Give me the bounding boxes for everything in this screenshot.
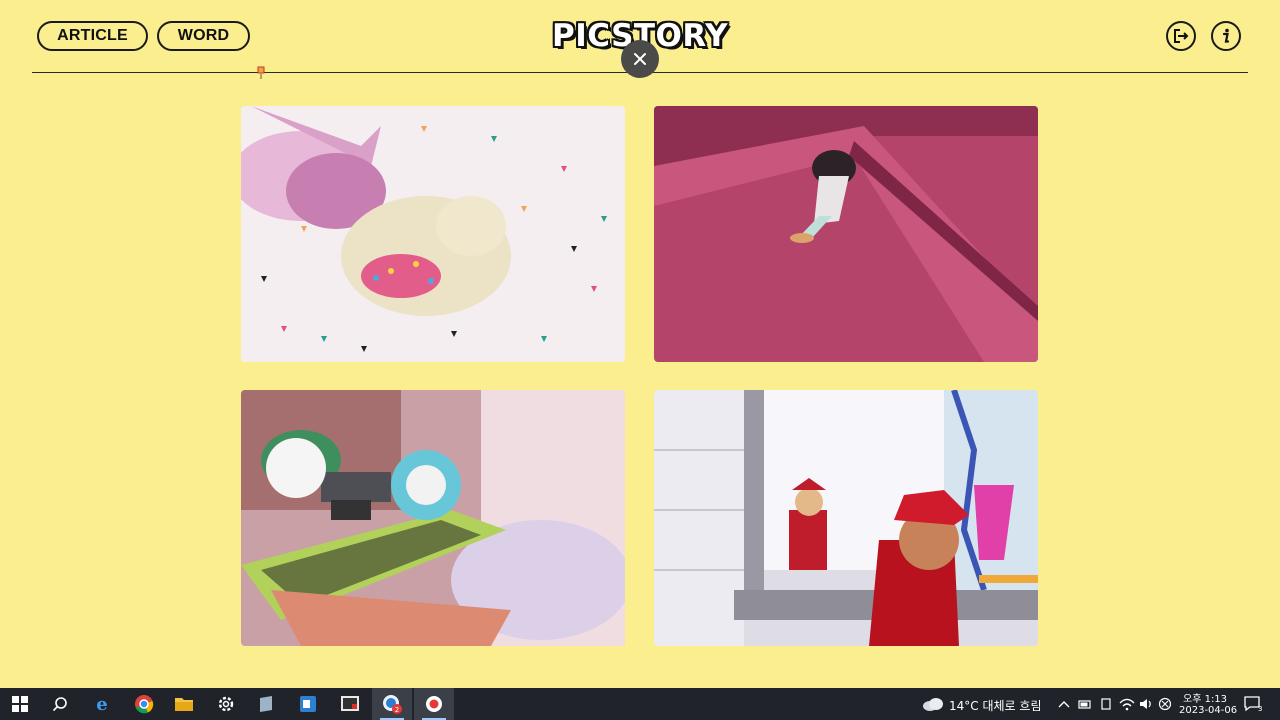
app-taskbar-button-1[interactable] (246, 688, 286, 720)
search-button[interactable] (40, 688, 80, 720)
info-button[interactable] (1211, 21, 1241, 51)
app-taskbar-button-2[interactable] (288, 688, 328, 720)
gallery-image-4[interactable] (654, 390, 1038, 646)
svg-text:e: e (96, 694, 107, 714)
battery-icon[interactable] (1078, 698, 1092, 710)
svg-text:2: 2 (395, 706, 399, 714)
notes-app-icon (260, 696, 272, 712)
start-button[interactable] (0, 688, 40, 720)
logout-icon (1174, 29, 1189, 43)
media-app-icon (341, 696, 359, 711)
folder-icon (175, 698, 193, 711)
app-taskbar-button-3[interactable] (330, 688, 370, 720)
gallery-image-2[interactable] (654, 106, 1038, 362)
cat-confetti-image (241, 106, 625, 362)
settings-taskbar-button[interactable] (206, 688, 246, 720)
clock-date[interactable]: 2023-04-06 (1179, 705, 1237, 716)
app-taskbar-button-5[interactable] (414, 688, 454, 720)
weather-text[interactable]: 14°C 대체로 흐림 (949, 697, 1041, 714)
skateboard-image (241, 390, 625, 646)
gear-icon (218, 696, 234, 712)
wifi-icon[interactable] (1119, 697, 1135, 711)
close-button[interactable] (621, 40, 659, 78)
ime-icon[interactable] (1158, 697, 1172, 711)
volume-icon[interactable] (1139, 697, 1153, 711)
cloud-weather-icon (923, 698, 943, 711)
gallery-image-1[interactable] (241, 106, 625, 362)
gallery-image-3[interactable] (241, 390, 625, 646)
word-button[interactable]: WORD (157, 21, 250, 51)
svg-text:3: 3 (1258, 705, 1262, 712)
chrome-taskbar-button[interactable] (124, 688, 164, 720)
internet-explorer-icon: e (96, 694, 107, 714)
messenger-app-icon: 2 (383, 695, 402, 714)
search-icon (52, 697, 67, 712)
device-icon[interactable] (1099, 697, 1113, 711)
mirror-figures-image (654, 390, 1038, 646)
record-app-icon (426, 696, 442, 712)
close-icon (634, 53, 646, 65)
app-taskbar-button-4[interactable]: 2 (372, 688, 412, 720)
edge-taskbar-button[interactable]: e (82, 688, 122, 720)
notification-icon[interactable]: 3 (1244, 696, 1262, 712)
windows-logo-icon (12, 696, 28, 712)
file-explorer-taskbar-button[interactable] (164, 688, 204, 720)
chrome-icon (135, 695, 154, 714)
windows-taskbar: e 2 14°C 대체로 흐림 오후 1:13 2023-04-06 3 (0, 688, 1280, 720)
pink-ramp-image (654, 106, 1038, 362)
outlook-app-icon (300, 696, 316, 712)
cursor-icon (257, 66, 265, 79)
chevron-up-icon[interactable] (1058, 699, 1070, 709)
info-icon (1222, 28, 1230, 43)
article-button[interactable]: ARTICLE (37, 21, 148, 51)
clock-time[interactable]: 오후 1:13 (1183, 690, 1227, 705)
logout-button[interactable] (1166, 21, 1196, 51)
